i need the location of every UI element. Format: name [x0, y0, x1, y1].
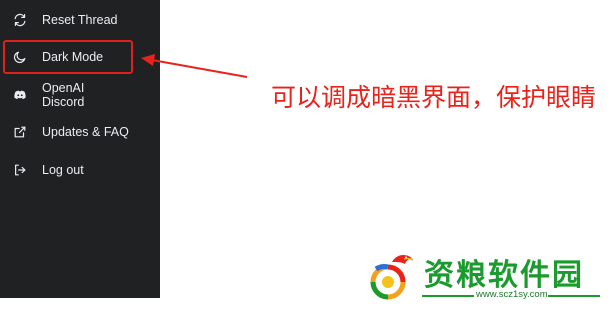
- log-out-button[interactable]: Log out: [6, 155, 130, 185]
- watermark-name: 资粮软件园: [424, 258, 584, 293]
- watermark-divider-left: [422, 295, 474, 297]
- sidebar: Reset Thread Dark Mode OpenAI Discord Up…: [0, 0, 160, 298]
- reset-thread-label: Reset Thread: [42, 13, 118, 27]
- watermark-logo-icon: [370, 254, 414, 300]
- reset-thread-button[interactable]: Reset Thread: [6, 5, 130, 35]
- dark-mode-highlight-box: [3, 40, 133, 74]
- annotation-text: 可以调成暗黑界面，保护眼睛: [271, 83, 597, 112]
- external-link-icon: [12, 124, 28, 140]
- refresh-icon: [12, 12, 28, 28]
- openai-discord-label: OpenAI Discord: [41, 81, 85, 109]
- updates-faq-link[interactable]: Updates & FAQ: [6, 117, 130, 147]
- log-out-label: Log out: [42, 163, 84, 177]
- watermark-url: www.scz1sy.com: [476, 289, 548, 300]
- updates-faq-label: Updates & FAQ: [42, 125, 129, 139]
- watermark-divider-right: [548, 295, 600, 297]
- openai-discord-link[interactable]: OpenAI Discord: [6, 80, 130, 110]
- logout-icon: [12, 162, 28, 178]
- discord-icon: [12, 87, 28, 103]
- watermark: 资粮软件园 www.scz1sy.com: [358, 248, 608, 308]
- page: Reset Thread Dark Mode OpenAI Discord Up…: [0, 0, 611, 310]
